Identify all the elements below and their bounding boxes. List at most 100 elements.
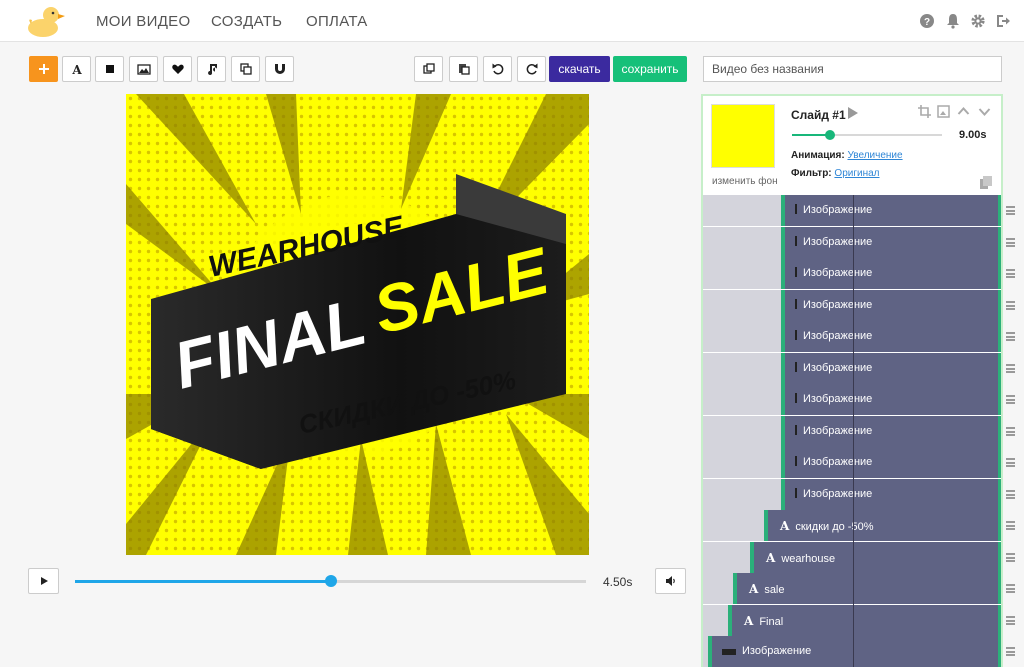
layer-drag-handle-icon[interactable] (1006, 647, 1015, 656)
layer-bar-end[interactable] (998, 447, 1001, 478)
layers-tool-button[interactable] (231, 56, 260, 82)
layer-row[interactable]: Изображение (703, 416, 1001, 447)
save-button[interactable]: сохранить (613, 56, 687, 82)
layer-duration-bar[interactable]: Изображение (708, 636, 1001, 667)
layer-drag-handle-icon[interactable] (1006, 427, 1015, 436)
nav-payment[interactable]: ОПЛАТА (306, 13, 368, 30)
layer-row[interactable]: Asale (703, 573, 1001, 604)
music-tool-button[interactable] (197, 56, 226, 82)
paste-button[interactable] (449, 56, 478, 82)
text-tool-button[interactable]: A (62, 56, 91, 82)
layer-row[interactable]: Изображение (703, 479, 1001, 510)
gear-icon[interactable] (970, 13, 986, 29)
layer-drag-handle-icon[interactable] (1006, 269, 1015, 278)
volume-button[interactable] (655, 568, 686, 594)
layer-row[interactable]: Изображение (703, 384, 1001, 415)
layer-drag-handle-icon[interactable] (1006, 458, 1015, 467)
layer-drag-handle-icon[interactable] (1006, 521, 1015, 530)
layer-duration-bar[interactable]: Изображение (781, 353, 1001, 384)
layer-row[interactable]: Изображение (703, 321, 1001, 352)
layer-drag-handle-icon[interactable] (1006, 395, 1015, 404)
layer-row[interactable]: Изображение (703, 353, 1001, 384)
image-tool-button[interactable] (129, 56, 158, 82)
layer-row[interactable]: Изображение (703, 447, 1001, 478)
layer-drag-handle-icon[interactable] (1006, 584, 1015, 593)
layer-row[interactable]: Изображение (703, 195, 1001, 226)
layer-duration-bar[interactable]: Изображение (781, 321, 1001, 352)
layer-duration-bar[interactable]: Изображение (781, 258, 1001, 289)
layer-row[interactable]: Изображение (703, 290, 1001, 321)
slide-thumbnail[interactable] (711, 104, 775, 168)
nav-my-videos[interactable]: МОИ ВИДЕО (96, 13, 190, 30)
nav-create[interactable]: СОЗДАТЬ (211, 13, 282, 30)
duplicate-button[interactable] (414, 56, 443, 82)
timeline-slider[interactable] (75, 575, 586, 587)
layer-row[interactable]: Aскидки до -50% (703, 510, 1001, 541)
copy-slide-icon[interactable] (980, 176, 992, 189)
layer-duration-bar[interactable]: Изображение (781, 416, 1001, 447)
bell-icon[interactable] (945, 13, 961, 29)
undo-button[interactable] (483, 56, 512, 82)
layer-duration-bar[interactable]: Asale (733, 573, 1001, 604)
slide-duration-slider[interactable] (792, 130, 942, 140)
layer-drag-handle-icon[interactable] (1006, 301, 1015, 310)
layer-duration-bar[interactable]: Awearhouse (750, 542, 1001, 573)
video-title-input[interactable] (703, 56, 1002, 82)
change-background-link[interactable]: изменить фон (712, 176, 778, 187)
layer-bar-end[interactable] (998, 573, 1001, 604)
layer-row[interactable]: Изображение (703, 258, 1001, 289)
layer-drag-handle-icon[interactable] (1006, 238, 1015, 247)
layer-row[interactable]: Awearhouse (703, 542, 1001, 573)
logout-icon[interactable] (995, 13, 1011, 29)
layer-bar-end[interactable] (998, 605, 1001, 636)
layer-bar-end[interactable] (998, 290, 1001, 321)
move-up-icon[interactable] (957, 105, 970, 118)
sticker-tool-button[interactable] (163, 56, 192, 82)
layer-bar-end[interactable] (998, 227, 1001, 258)
slide-canvas[interactable]: WEARHOUSE FINAL SALE СКИДКИ ДО -50% (126, 94, 589, 555)
layer-bar-end[interactable] (998, 321, 1001, 352)
slide-play-icon[interactable] (847, 106, 859, 120)
layer-bar-end[interactable] (998, 542, 1001, 573)
shape-tool-button[interactable] (95, 56, 124, 82)
layer-duration-bar[interactable]: Aскидки до -50% (764, 510, 1001, 541)
layer-bar-end[interactable] (998, 353, 1001, 384)
layer-drag-handle-icon[interactable] (1006, 332, 1015, 341)
crop-icon[interactable] (918, 105, 931, 118)
layer-duration-bar[interactable]: Изображение (781, 447, 1001, 478)
add-button[interactable] (29, 56, 58, 82)
layer-drag-handle-icon[interactable] (1006, 364, 1015, 373)
redo-button[interactable] (517, 56, 546, 82)
layer-duration-bar[interactable]: Изображение (781, 479, 1001, 510)
fit-image-icon[interactable] (937, 105, 950, 118)
layer-bar-end[interactable] (998, 636, 1001, 667)
layer-drag-handle-icon[interactable] (1006, 553, 1015, 562)
layer-drag-handle-icon[interactable] (1006, 616, 1015, 625)
layer-bar-end[interactable] (998, 416, 1001, 447)
filter-value-link[interactable]: Оригинал (834, 168, 879, 179)
layer-drag-handle-icon[interactable] (1006, 490, 1015, 499)
animation-value-link[interactable]: Увеличение (847, 150, 902, 161)
timeline-handle[interactable] (324, 575, 337, 587)
layer-bar-end[interactable] (998, 195, 1001, 226)
layer-duration-bar[interactable]: Изображение (781, 227, 1001, 258)
download-button[interactable]: скачать (549, 56, 610, 82)
duck-logo-icon[interactable] (26, 4, 66, 38)
layer-bar-end[interactable] (998, 258, 1001, 289)
magnet-tool-button[interactable] (265, 56, 294, 82)
layer-row[interactable]: A Final (703, 605, 1001, 636)
move-down-icon[interactable] (978, 105, 991, 118)
layer-row[interactable]: Изображение (703, 636, 1001, 667)
help-icon[interactable]: ? (919, 13, 935, 29)
layer-bar-end[interactable] (998, 510, 1001, 541)
layer-row[interactable]: Изображение (703, 227, 1001, 258)
layer-duration-bar[interactable]: Изображение (781, 195, 1001, 226)
layer-bar-end[interactable] (998, 479, 1001, 510)
layer-drag-handle-icon[interactable] (1006, 206, 1015, 215)
slide-duration-handle[interactable] (824, 130, 835, 140)
layer-duration-bar[interactable]: A Final (728, 605, 1001, 636)
layer-duration-bar[interactable]: Изображение (781, 384, 1001, 415)
layer-bar-end[interactable] (998, 384, 1001, 415)
slide-card[interactable]: изменить фон Слайд #1 9.00s Анимация: Ув… (703, 96, 1001, 195)
play-button[interactable] (28, 568, 59, 594)
